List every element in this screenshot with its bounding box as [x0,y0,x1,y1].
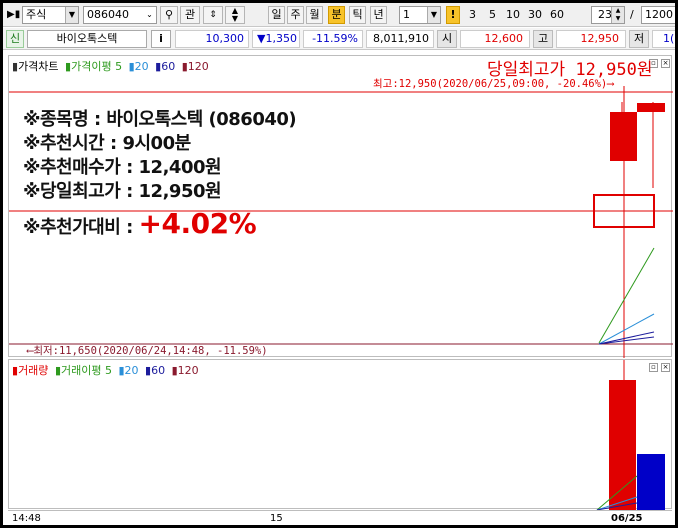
overlay-time: ※추천시간 : 9시00분 [23,133,191,154]
search-icon[interactable]: ⚲ [160,6,178,24]
chart-toolbar: ▶▮ 주식 ▼ 086040 ⌄ ⚲ 관 ⇕ ▲ ▼ 일 주 월 분 틱 년 1 … [3,3,675,27]
period-minute[interactable]: 분 [328,6,345,24]
toolbar-toggle-icon[interactable]: ▶▮ [7,6,20,24]
stock-name: 바이오톡스텍 [27,30,147,48]
chevron-down-icon[interactable]: ▼ [427,7,440,23]
stock-code-input[interactable]: 086040 ⌄ [83,6,157,24]
spinner-icon[interactable]: ▲ ▼ [611,7,624,23]
overlay-stock-name: ※종목명 : 바이오톡스텍 (086040) [23,109,297,130]
period-year[interactable]: 년 [370,6,387,24]
price-change: ▼1,350 [252,30,300,48]
open-label: 시 [437,30,457,48]
low-price: 1( [652,30,675,48]
volume-chart-panel[interactable]: ▮거래량 ▮거래이평 5 ▮20 ▮60 ▮120 ▫ × [8,359,672,510]
x-axis-label-mid: 15 [270,513,283,524]
overlay-vs-value: +4.02% [138,207,257,240]
minute-30[interactable]: 30 [525,6,545,24]
count-separator: / [630,8,634,21]
volume-bar-1 [609,380,636,510]
credit-tag: 신 [6,30,24,48]
volume-chart-svg [596,360,665,510]
lookup-button[interactable]: 관 [180,6,200,24]
x-axis-label-start: 14:48 [12,513,41,524]
x-axis: 14:48 15 06/25 [8,510,672,525]
chevron-down-icon[interactable]: ▼ [65,7,78,23]
overlay-buy-price: ※추천매수가 : 12,400원 [23,157,222,178]
low-marker-label: ⟵최저:11,650(2020/06/24,14:48, -11.59%) [26,345,268,357]
count-stepper[interactable]: 23 ▲ ▼ [591,6,625,24]
high-banner: 당일최고가 12,950원 [487,60,652,80]
market-select[interactable]: 주식 ▼ [22,6,79,24]
x-axis-label-date: 06/25 [611,513,643,524]
overlay-vs-label: ※추천가대비 : [23,217,139,238]
total-count-input[interactable]: 1200 [641,6,675,24]
period-day[interactable]: 일 [268,6,285,24]
overlay-vs-recommend: ※추천가대비 : +4.02% [23,210,296,240]
total-count-value: 1200 [645,8,673,21]
minute-60[interactable]: 60 [547,6,567,24]
minute-3[interactable]: 3 [464,6,481,24]
open-price: 12,600 [460,30,530,48]
interval-badge[interactable]: ! [446,6,460,24]
chevron-down-icon[interactable]: ⌄ [143,7,156,23]
volume-bar-2 [637,454,665,510]
change-rate: -11.59% [303,30,363,48]
trade-volume: 8,011,910 [366,30,434,48]
price-chart-panel[interactable]: ▮가격차트 ▮가격이평 5 ▮20 ▮60 ▮120 ▫ × 당일최고가 12,… [8,55,673,358]
period-month[interactable]: 월 [306,6,323,24]
low-label: 저 [629,30,649,48]
info-button[interactable]: i [151,30,171,48]
stepper-icon[interactable]: ▲ ▼ [225,6,245,24]
high-label: 고 [533,30,553,48]
current-price: 10,300 [175,30,249,48]
quote-bar: 신 바이오톡스텍 i 10,300 ▼1,350 -11.59% 8,011,9… [3,28,675,50]
recommendation-overlay: ※종목명 : 바이오톡스텍 (086040) ※추천시간 : 9시00분 ※추천… [23,108,297,240]
candle-1 [610,112,637,161]
minute-5[interactable]: 5 [484,6,501,24]
minute-10[interactable]: 10 [503,6,523,24]
high-price: 12,950 [556,30,626,48]
chart-window: ▶▮ 주식 ▼ 086040 ⌄ ⚲ 관 ⇕ ▲ ▼ 일 주 월 분 틱 년 1 … [3,3,675,525]
period-week[interactable]: 주 [287,6,304,24]
candle-2 [637,103,665,112]
interval-select[interactable]: 1 ▼ [399,6,441,24]
period-tick[interactable]: 틱 [349,6,366,24]
overlay-day-high: ※당일최고가 : 12,950원 [23,181,222,202]
sort-icon[interactable]: ⇕ [203,6,223,24]
high-marker-label: 최고:12,950(2020/06/25,09:00, -20.46%)⟶ [373,78,614,90]
